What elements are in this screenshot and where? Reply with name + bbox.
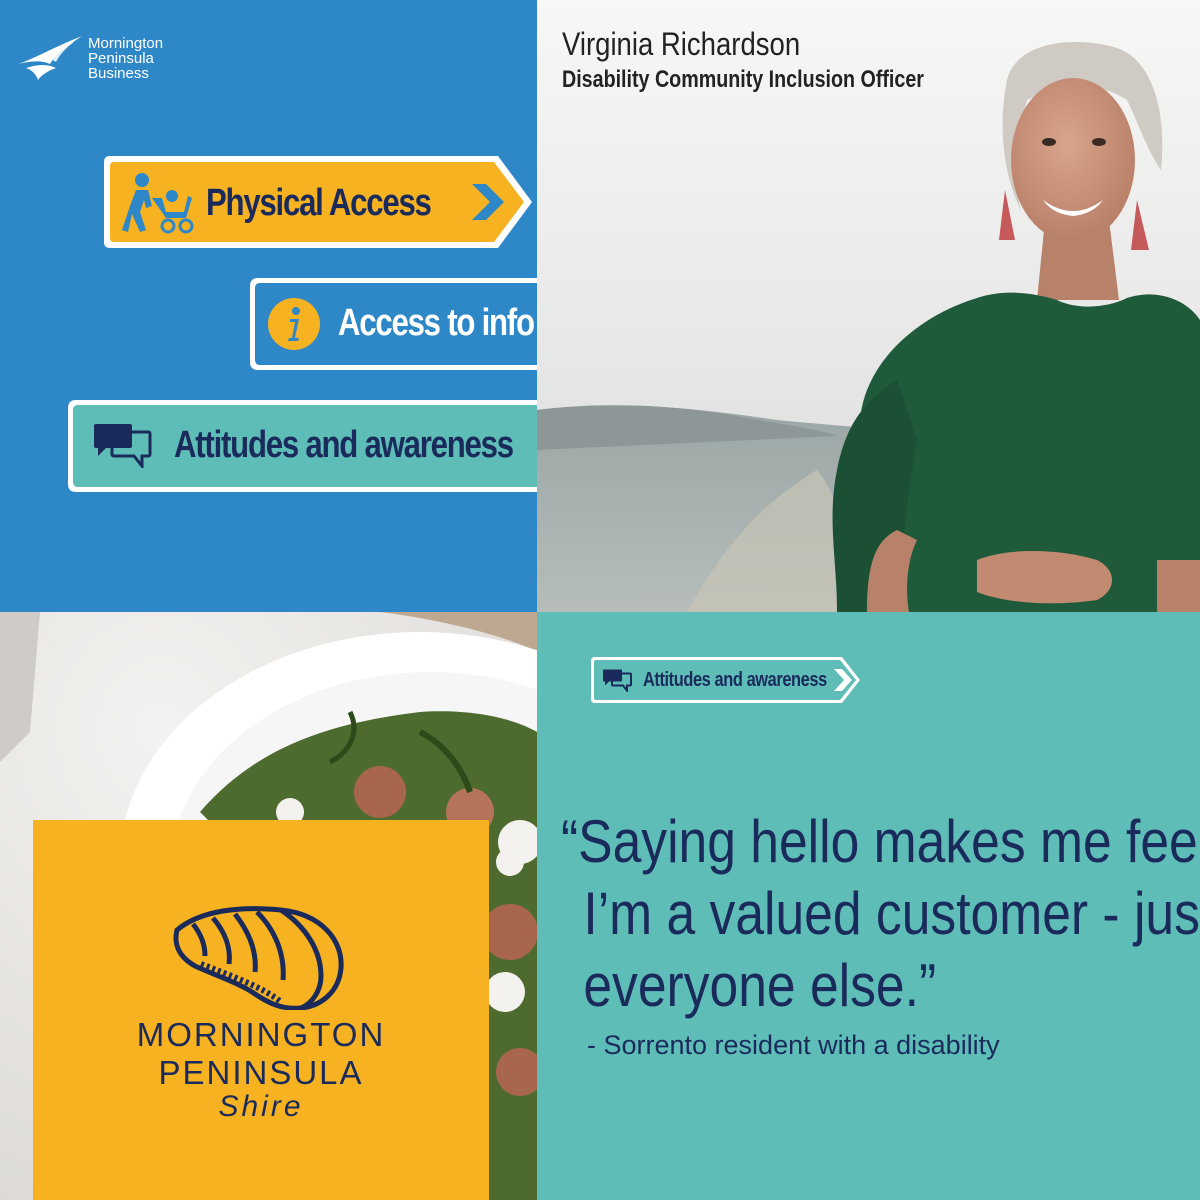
logo-line: Business <box>88 65 149 82</box>
access-to-info-button[interactable]: Access to info <box>248 276 537 370</box>
quote-line: everyone else.” <box>583 952 937 1019</box>
quote-line: I’m a valued customer - just <box>583 880 1200 947</box>
person-with-stroller-icon <box>122 173 194 234</box>
speaker-name: Virginia Richardson <box>562 26 801 62</box>
shire-panel: MORNINGTON PENINSULA Shire <box>0 612 537 1200</box>
speech-bubbles-icon <box>603 669 632 692</box>
bird-logo-icon <box>18 36 82 80</box>
logo-text: Mornington Peninsula Business <box>88 36 163 81</box>
info-icon <box>268 298 320 350</box>
physical-access-button[interactable]: Physical Access <box>102 154 537 248</box>
attitudes-awareness-button[interactable]: Attitudes and awareness <box>66 398 537 492</box>
quote-line: “Saying hello makes me feel <box>561 808 1200 875</box>
physical-access-label: Physical Access <box>206 182 432 224</box>
shire-logo-line1: MORNINGTON <box>136 1016 386 1053</box>
speaker-panel: Virginia Richardson Disability Community… <box>537 0 1200 612</box>
attitudes-awareness-tag[interactable]: Attitudes and awareness <box>590 656 862 704</box>
chevron-right-icon <box>472 184 504 220</box>
speaker-title: Disability Community Inclusion Officer <box>562 66 924 93</box>
customer-quote: “Saying hello makes me feel I’m a valued… <box>561 806 1200 1022</box>
speech-bubbles-icon <box>94 424 152 468</box>
tag-label: Attitudes and awareness <box>643 669 827 691</box>
access-to-info-label: Access to info <box>338 302 535 344</box>
shire-logo-line2: PENINSULA <box>158 1054 364 1091</box>
categories-panel: Mornington Peninsula Business Physical A… <box>0 0 537 612</box>
shire-logo-line3: Shire <box>218 1090 304 1123</box>
shell-icon <box>173 906 344 1010</box>
quote-attribution: - Sorrento resident with a disability <box>587 1030 1000 1060</box>
chevron-right-icon <box>834 669 852 691</box>
attitudes-awareness-label: Attitudes and awareness <box>174 424 514 466</box>
logo-line: Mornington <box>88 35 164 52</box>
logo-line: Peninsula <box>88 50 154 67</box>
mornington-peninsula-business-logo: Mornington Peninsula Business <box>16 34 163 81</box>
quote-panel: Attitudes and awareness “Saying hello ma… <box>537 612 1200 1200</box>
mornington-peninsula-shire-logo: MORNINGTON PENINSULA Shire <box>33 820 489 1200</box>
